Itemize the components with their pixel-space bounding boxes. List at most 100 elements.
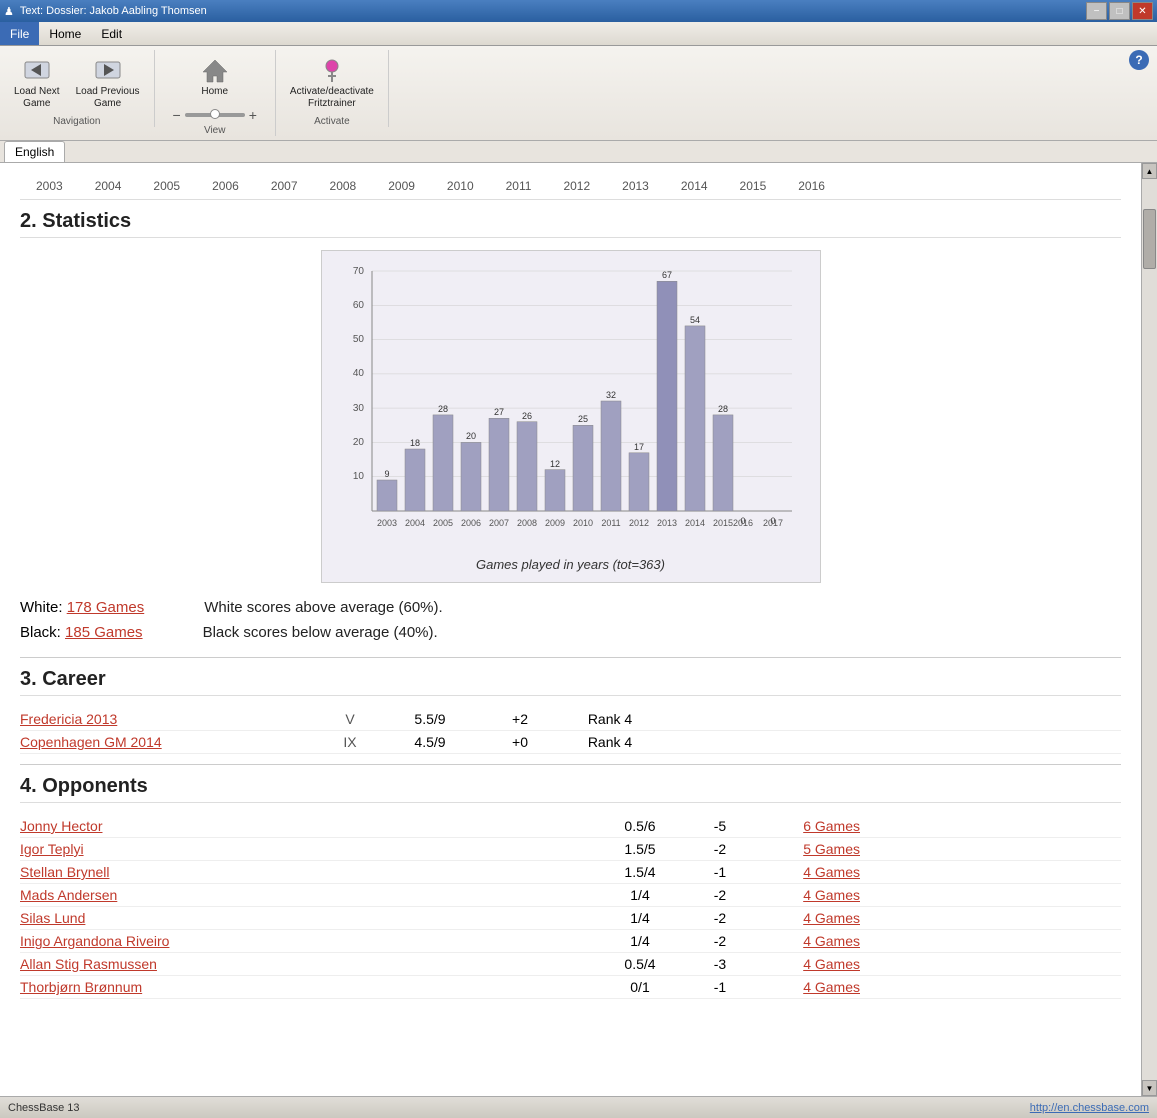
- opponent-diff-7: -1: [680, 979, 760, 995]
- opponent-mads-andersen[interactable]: Mads Andersen: [20, 887, 600, 903]
- menu-file[interactable]: File: [0, 22, 39, 45]
- career-section: Fredericia 2013 V 5.5/9 +2 Rank 4 Copenh…: [20, 708, 1121, 754]
- opponent-inigo-argandona[interactable]: Inigo Argandona Riveiro: [20, 933, 600, 949]
- year-2016[interactable]: 2016: [782, 177, 841, 195]
- scroll-up-button[interactable]: ▲: [1142, 163, 1157, 179]
- opponent-games-link-4[interactable]: 4 Games: [803, 910, 860, 926]
- career-score-1: 4.5/9: [380, 734, 480, 750]
- year-2005[interactable]: 2005: [137, 177, 196, 195]
- close-button[interactable]: ✕: [1132, 2, 1153, 20]
- year-2015[interactable]: 2015: [724, 177, 783, 195]
- title-bar-icons: ♟ Text: Dossier: Jakob Aabling Thomsen: [4, 5, 207, 18]
- svg-text:20: 20: [465, 431, 475, 441]
- year-2009[interactable]: 2009: [372, 177, 431, 195]
- load-next-game-button[interactable]: Load NextGame: [8, 50, 66, 114]
- opponent-score-5: 1/4: [600, 933, 680, 949]
- opponent-stellan-brynell[interactable]: Stellan Brynell: [20, 864, 600, 880]
- opponent-row: Inigo Argandona Riveiro 1/4 -2 4 Games: [20, 930, 1121, 953]
- opponent-diff-5: -2: [680, 933, 760, 949]
- navigation-label: Navigation: [53, 116, 100, 127]
- svg-text:18: 18: [409, 438, 419, 448]
- activate-label: Activate: [314, 116, 350, 127]
- year-2007[interactable]: 2007: [255, 177, 314, 195]
- svg-text:2007: 2007: [488, 518, 508, 528]
- opponent-allan-stig[interactable]: Allan Stig Rasmussen: [20, 956, 600, 972]
- menu-edit[interactable]: Edit: [91, 22, 132, 45]
- help-button[interactable]: ?: [1129, 50, 1149, 70]
- load-previous-game-icon: [92, 54, 124, 86]
- content-wrapper: 2003 2004 2005 2006 2007 2008 2009 2010 …: [0, 163, 1157, 1096]
- svg-text:32: 32: [605, 390, 615, 400]
- svg-text:9: 9: [384, 469, 389, 479]
- opponent-jonny-hector[interactable]: Jonny Hector: [20, 818, 600, 834]
- white-games-link[interactable]: 178 Games: [67, 599, 145, 616]
- svg-text:40: 40: [352, 368, 364, 379]
- year-2004[interactable]: 2004: [79, 177, 138, 195]
- opponent-games-link-3[interactable]: 4 Games: [803, 887, 860, 903]
- career-event-fredericia[interactable]: Fredericia 2013: [20, 711, 320, 727]
- scroll-track[interactable]: [1142, 179, 1157, 1080]
- year-2006[interactable]: 2006: [196, 177, 255, 195]
- year-2008[interactable]: 2008: [314, 177, 373, 195]
- svg-text:2011: 2011: [601, 518, 620, 528]
- stats-summary: White: 178 Games White scores above aver…: [20, 599, 1121, 641]
- activate-fritztrainer-button[interactable]: Activate/deactivateFritztrainer: [284, 50, 380, 114]
- year-2013[interactable]: 2013: [606, 177, 665, 195]
- opponent-games-link-1[interactable]: 5 Games: [803, 841, 860, 857]
- career-event-copenhagen[interactable]: Copenhagen GM 2014: [20, 734, 320, 750]
- status-bar: ChessBase 13 http://en.chessbase.com: [0, 1096, 1157, 1118]
- section-divider-opponents: [20, 764, 1121, 765]
- year-2010[interactable]: 2010: [431, 177, 490, 195]
- scroll-thumb[interactable]: [1143, 209, 1156, 269]
- ribbon-group-navigation: Load NextGame Load PreviousGame Navigati…: [0, 50, 155, 127]
- zoom-minus-icon[interactable]: −: [173, 107, 181, 123]
- opponent-score-2: 1.5/4: [600, 864, 680, 880]
- menu-home[interactable]: Home: [39, 22, 91, 45]
- opponents-title: 4. Opponents: [20, 775, 1121, 803]
- opponent-games-2: 4 Games: [760, 864, 860, 880]
- career-diff-0: +2: [480, 711, 560, 727]
- opponent-games-link-5[interactable]: 4 Games: [803, 933, 860, 949]
- career-row: Copenhagen GM 2014 IX 4.5/9 +0 Rank 4: [20, 731, 1121, 754]
- load-previous-game-button[interactable]: Load PreviousGame: [70, 50, 146, 114]
- year-2012[interactable]: 2012: [547, 177, 606, 195]
- white-stats-row: White: 178 Games White scores above aver…: [20, 599, 1121, 616]
- opponent-silas-lund[interactable]: Silas Lund: [20, 910, 600, 926]
- home-button[interactable]: Home: [190, 50, 240, 101]
- opponent-score-1: 1.5/5: [600, 841, 680, 857]
- opponent-score-0: 0.5/6: [600, 818, 680, 834]
- minimize-button[interactable]: −: [1086, 2, 1107, 20]
- svg-text:2009: 2009: [544, 518, 564, 528]
- title-bar-buttons[interactable]: − □ ✕: [1086, 2, 1153, 20]
- opponent-games-link-7[interactable]: 4 Games: [803, 979, 860, 995]
- opponent-games-link-6[interactable]: 4 Games: [803, 956, 860, 972]
- opponent-games-link-0[interactable]: 6 Games: [803, 818, 860, 834]
- opponent-thorbjorn[interactable]: Thorbjørn Brønnum: [20, 979, 600, 995]
- year-2011[interactable]: 2011: [490, 177, 548, 195]
- white-label: White:: [20, 599, 67, 616]
- zoom-plus-icon[interactable]: +: [249, 107, 257, 123]
- opponent-games-link-2[interactable]: 4 Games: [803, 864, 860, 880]
- tab-english[interactable]: English: [4, 141, 65, 162]
- window-title: Text: Dossier: Jakob Aabling Thomsen: [20, 5, 207, 18]
- status-link[interactable]: http://en.chessbase.com: [1030, 1102, 1149, 1114]
- tab-bar: English: [0, 141, 1157, 163]
- chart-container: 70 60 50 40 30 20: [321, 250, 821, 583]
- year-2014[interactable]: 2014: [665, 177, 724, 195]
- opponent-igor-teplyi[interactable]: Igor Teplyi: [20, 841, 600, 857]
- svg-text:27: 27: [493, 407, 503, 417]
- svg-text:67: 67: [661, 270, 671, 280]
- scroll-down-button[interactable]: ▼: [1142, 1080, 1157, 1096]
- opponent-score-6: 0.5/4: [600, 956, 680, 972]
- ribbon-group-activate: Activate/deactivateFritztrainer Activate: [276, 50, 389, 127]
- ribbon: Load NextGame Load PreviousGame Navigati…: [0, 46, 1157, 141]
- section-divider-career: [20, 657, 1121, 658]
- scroll-area[interactable]: 2003 2004 2005 2006 2007 2008 2009 2010 …: [0, 163, 1141, 1096]
- black-games-link[interactable]: 185 Games: [65, 624, 143, 641]
- year-2003[interactable]: 2003: [20, 177, 79, 195]
- maximize-button[interactable]: □: [1109, 2, 1130, 20]
- black-note: Black scores below average (40%).: [203, 624, 438, 641]
- zoom-slider[interactable]: [185, 113, 245, 117]
- scrollbar[interactable]: ▲ ▼: [1141, 163, 1157, 1096]
- svg-text:20: 20: [352, 437, 364, 448]
